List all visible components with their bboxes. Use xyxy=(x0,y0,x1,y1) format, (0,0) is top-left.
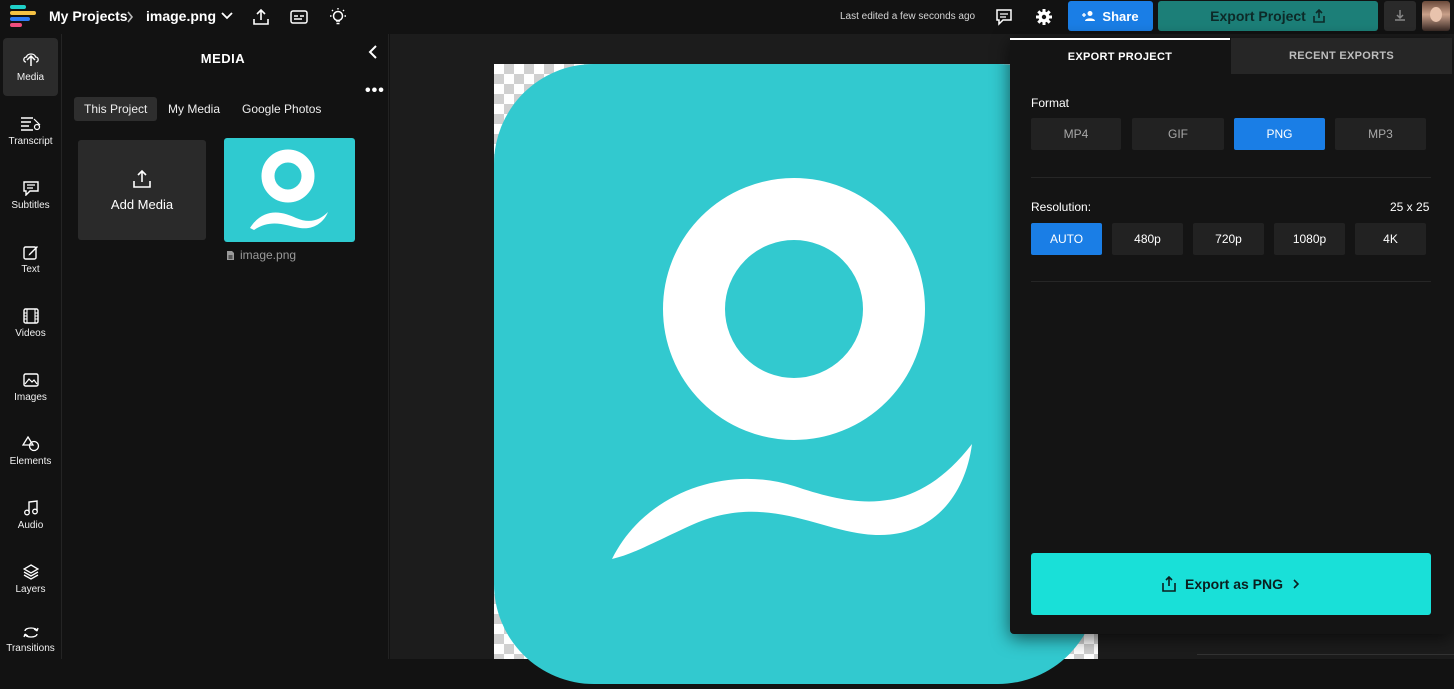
resolution-size: 25 x 25 xyxy=(1390,200,1430,214)
media-panel: MEDIA ••• This Project My Media Google P… xyxy=(63,34,451,659)
more-options-icon[interactable]: ••• xyxy=(365,82,385,100)
left-rail: Media Transcript Subtitles Text Videos I… xyxy=(0,34,62,659)
tab-export-project[interactable]: EXPORT PROJECT xyxy=(1010,38,1230,74)
rail-item-text[interactable]: Text xyxy=(3,230,58,288)
share-out-icon xyxy=(1162,576,1176,592)
add-media-button[interactable]: Add Media xyxy=(78,140,206,240)
rail-label-videos: Videos xyxy=(15,327,46,339)
comment-icon[interactable] xyxy=(993,6,1015,28)
share-out-icon xyxy=(1313,9,1325,23)
media-panel-title: MEDIA xyxy=(200,51,246,66)
tab-recent-exports[interactable]: RECENT EXPORTS xyxy=(1231,38,1452,74)
media-file-name: image.png xyxy=(240,248,297,262)
rail-label-transitions: Transitions xyxy=(6,642,55,654)
rail-label-audio: Audio xyxy=(17,519,44,531)
canvas-logo-image[interactable] xyxy=(494,64,1098,684)
section-divider xyxy=(1031,281,1431,282)
rail-item-audio[interactable]: Audio xyxy=(3,486,58,544)
resolution-option-4k[interactable]: 4K xyxy=(1355,223,1426,255)
upload-icon[interactable] xyxy=(250,6,272,28)
rail-label-elements: Elements xyxy=(9,455,52,467)
rail-label-media: Media xyxy=(16,71,45,83)
export-project-button[interactable]: Export Project xyxy=(1158,1,1378,31)
media-thumbnail[interactable] xyxy=(224,138,355,242)
rail-label-images: Images xyxy=(14,391,47,403)
transition-icon xyxy=(22,626,39,638)
chevron-right-icon xyxy=(127,11,134,23)
last-edited-status: Last edited a few seconds ago xyxy=(840,11,976,22)
tab-this-project[interactable]: This Project xyxy=(74,97,158,121)
download-button[interactable] xyxy=(1384,1,1416,31)
rail-item-subtitles[interactable]: Subtitles xyxy=(3,166,58,224)
rail-item-layers[interactable]: Layers xyxy=(3,550,58,608)
share-label: Share xyxy=(1102,8,1139,24)
transcript-icon xyxy=(20,116,40,131)
avatar[interactable] xyxy=(1422,1,1450,31)
export-as-png-button[interactable]: Export as PNG xyxy=(1031,553,1431,615)
breadcrumb-file-name[interactable]: image.png xyxy=(146,8,216,24)
resolution-option-480p[interactable]: 480p xyxy=(1112,223,1183,255)
captions-icon[interactable] xyxy=(288,6,310,28)
music-note-icon xyxy=(23,499,38,515)
shapes-icon xyxy=(21,435,39,451)
rail-label-text: Text xyxy=(21,263,40,275)
subtitles-icon xyxy=(22,180,39,196)
export-as-png-label: Export as PNG xyxy=(1184,576,1284,592)
tab-google-photos[interactable]: Google Photos xyxy=(232,97,331,121)
canvas-transparent-background xyxy=(494,64,1098,684)
rail-label-transcript: Transcript xyxy=(8,135,53,147)
format-option-png[interactable]: PNG xyxy=(1234,118,1325,150)
layers-icon xyxy=(22,563,39,580)
rail-item-transcript[interactable]: Transcript xyxy=(3,102,58,160)
breadcrumb-my-projects[interactable]: My Projects xyxy=(49,8,128,24)
canvas-edge-line xyxy=(1197,654,1454,659)
tab-my-media[interactable]: My Media xyxy=(158,97,230,121)
resolution-option-auto[interactable]: AUTO xyxy=(1031,223,1102,255)
rail-item-transitions[interactable]: Transitions xyxy=(3,610,58,668)
share-button[interactable]: Share xyxy=(1068,1,1153,31)
rail-item-videos[interactable]: Videos xyxy=(3,294,58,352)
gear-icon[interactable] xyxy=(1033,6,1055,28)
top-bar: My Projects image.png Last edited a few … xyxy=(0,0,1454,34)
rail-item-media[interactable]: Media xyxy=(3,38,58,96)
format-label: Format xyxy=(1031,96,1070,110)
resolution-label: Resolution: xyxy=(1031,200,1092,214)
rail-item-images[interactable]: Images xyxy=(3,358,58,416)
media-file-label: image.png xyxy=(226,248,296,262)
text-edit-icon xyxy=(22,245,38,260)
file-icon xyxy=(227,250,234,260)
resolution-option-1080p[interactable]: 1080p xyxy=(1274,223,1345,255)
chevron-down-icon[interactable] xyxy=(221,11,233,21)
format-option-mp4[interactable]: MP4 xyxy=(1031,118,1121,150)
lightbulb-icon[interactable] xyxy=(327,6,349,28)
add-person-icon xyxy=(1082,11,1096,21)
download-icon xyxy=(1395,10,1405,21)
upload-icon xyxy=(133,169,151,188)
upload-cloud-icon xyxy=(22,52,39,66)
rail-label-layers: Layers xyxy=(15,583,46,595)
chevron-right-icon xyxy=(1293,579,1300,589)
rail-label-subtitles: Subtitles xyxy=(11,199,50,211)
film-icon xyxy=(22,307,39,324)
add-media-label: Add Media xyxy=(110,196,174,212)
format-option-mp3[interactable]: MP3 xyxy=(1335,118,1426,150)
resolution-option-720p[interactable]: 720p xyxy=(1193,223,1264,255)
image-icon xyxy=(22,372,39,387)
format-option-gif[interactable]: GIF xyxy=(1132,118,1224,150)
rail-item-elements[interactable]: Elements xyxy=(3,422,58,480)
logo-mark-image xyxy=(612,178,972,559)
export-panel: EXPORT PROJECT RECENT EXPORTS Format MP4… xyxy=(1010,38,1452,634)
collapse-panel-icon[interactable] xyxy=(365,44,381,60)
export-project-label: Export Project xyxy=(1210,8,1306,24)
app-logo-icon[interactable] xyxy=(10,5,38,27)
section-divider xyxy=(1031,177,1431,178)
logo-thumbnail-image xyxy=(250,149,328,230)
